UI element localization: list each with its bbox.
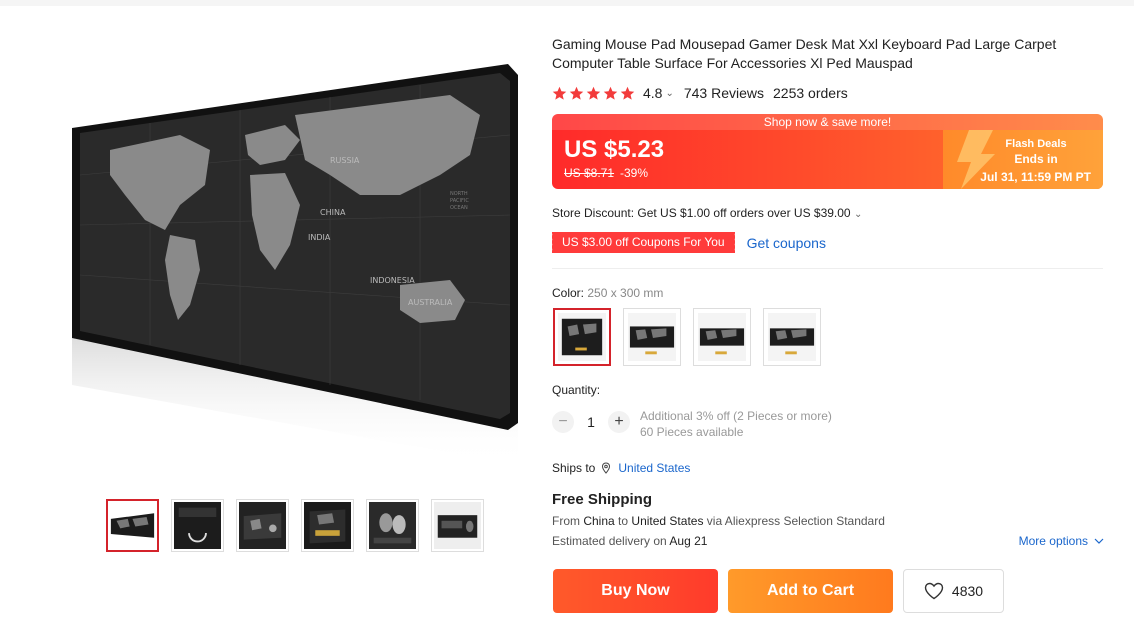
stock-available-text: 60 Pieces available (640, 425, 744, 439)
color-swatch-4[interactable] (763, 308, 821, 366)
shipping-method: via Aliexpress Selection Standard (706, 514, 885, 528)
svg-text:NORTH: NORTH (450, 191, 468, 197)
ships-to-row: Ships to United States (552, 461, 690, 475)
from-country: China (583, 514, 615, 528)
star-icon (552, 86, 567, 100)
bulk-discount-text: Additional 3% off (2 Pieces or more) (640, 409, 832, 423)
add-to-cart-button[interactable]: Add to Cart (728, 569, 893, 613)
star-icon (586, 86, 601, 100)
heart-icon (924, 582, 944, 600)
svg-text:AUSTRALIA: AUSTRALIA (408, 298, 453, 307)
wishlist-button[interactable]: 4830 (903, 569, 1004, 613)
product-title: Gaming Mouse Pad Mousepad Gamer Desk Mat… (552, 36, 1057, 71)
chevron-down-icon: ⌄ (853, 209, 863, 220)
more-options-link[interactable]: More options (1019, 534, 1104, 548)
color-swatch-1[interactable] (553, 308, 611, 366)
divider (552, 268, 1103, 269)
reviews-count[interactable]: 743 Reviews (684, 85, 764, 101)
orders-count: 2253 orders (773, 85, 848, 101)
quantity-label: Quantity: (552, 383, 601, 397)
color-label-text: Color: (552, 286, 585, 300)
chevron-down-icon[interactable]: ⌄ (665, 88, 673, 99)
svg-text:OCEAN: OCEAN (450, 205, 468, 211)
get-coupons-link[interactable]: Get coupons (747, 235, 826, 251)
svg-text:RUSSIA: RUSSIA (330, 156, 360, 165)
flash-end-date: Jul 31, 11:59 PM PT (980, 170, 1091, 184)
ships-to-label: Ships to (552, 461, 596, 475)
color-swatches (553, 308, 821, 366)
thumbnail-3[interactable] (236, 499, 289, 552)
star-icon (569, 86, 584, 100)
svg-text:INDIA: INDIA (308, 233, 331, 242)
est-prefix: Estimated delivery on (552, 534, 667, 548)
thumbnail-4[interactable] (301, 499, 354, 552)
star-icon (620, 86, 635, 100)
quantity-value[interactable]: 1 (574, 414, 608, 430)
star-icon (603, 86, 618, 100)
flash-deals-panel: Flash Deals Ends in Jul 31, 11:59 PM PT (943, 130, 1103, 189)
estimated-delivery: Estimated delivery on Aug 21 (552, 534, 707, 548)
flash-ends-label: Ends in (1014, 152, 1058, 166)
original-price: US $8.71 (564, 166, 615, 180)
quantity-info: Additional 3% off (2 Pieces or more) 60 … (640, 408, 832, 440)
coupon-badge[interactable]: US $3.00 off Coupons For You (550, 232, 735, 253)
thumbnail-1[interactable] (106, 499, 159, 552)
star-rating (552, 86, 635, 101)
svg-text:CHINA: CHINA (320, 208, 346, 217)
to-country: United States (631, 514, 704, 528)
rating-row: 4.8 ⌄ 743 Reviews 2253 orders (552, 84, 848, 102)
from-prefix: From (552, 514, 580, 528)
more-options-label: More options (1018, 534, 1088, 548)
ships-to-country[interactable]: United States (618, 461, 690, 475)
flash-deals-title: Flash Deals (1005, 138, 1067, 150)
store-discount[interactable]: Store Discount: Get US $1.00 off orders … (552, 206, 862, 220)
decrease-quantity-button[interactable]: − (552, 411, 574, 433)
shop-now-banner[interactable]: Shop now & save more! (552, 114, 1103, 130)
est-date: Aug 21 (669, 534, 708, 548)
increase-quantity-button[interactable]: + (608, 411, 630, 433)
location-pin-icon (602, 462, 611, 474)
store-discount-text: Store Discount: Get US $1.00 off orders … (552, 206, 851, 220)
free-shipping-title: Free Shipping (552, 491, 653, 508)
thumbnail-gallery (106, 499, 484, 552)
top-bar (0, 0, 1134, 6)
coupon-row: US $3.00 off Coupons For You Get coupons (550, 232, 826, 253)
color-label: Color: 250 x 300 mm (552, 286, 663, 300)
svg-text:INDONESIA: INDONESIA (370, 276, 415, 285)
color-swatch-2[interactable] (623, 308, 681, 366)
price-banner: Shop now & save more! US $5.23 US $8.71 … (552, 114, 1103, 189)
color-value: 250 x 300 mm (587, 286, 664, 300)
wishlist-count: 4830 (951, 583, 984, 599)
thumbnail-2[interactable] (171, 499, 224, 552)
rating-value[interactable]: 4.8 (643, 85, 662, 101)
thumbnail-5[interactable] (366, 499, 419, 552)
shipping-route: From China to United States via Aliexpre… (552, 514, 885, 528)
to-word: to (618, 514, 629, 528)
svg-text:PACIFIC: PACIFIC (450, 198, 469, 204)
color-swatch-3[interactable] (693, 308, 751, 366)
thumbnail-6[interactable] (431, 499, 484, 552)
buy-now-button[interactable]: Buy Now (553, 569, 718, 613)
discount-percent: -39% (620, 166, 649, 180)
quantity-stepper: − 1 + (552, 411, 630, 433)
current-price: US $5.23 (564, 136, 665, 163)
main-product-image[interactable]: RUSSIA CHINA INDIA AUSTRALIA INDONESIA N… (70, 55, 530, 465)
chevron-down-icon (1094, 538, 1104, 544)
